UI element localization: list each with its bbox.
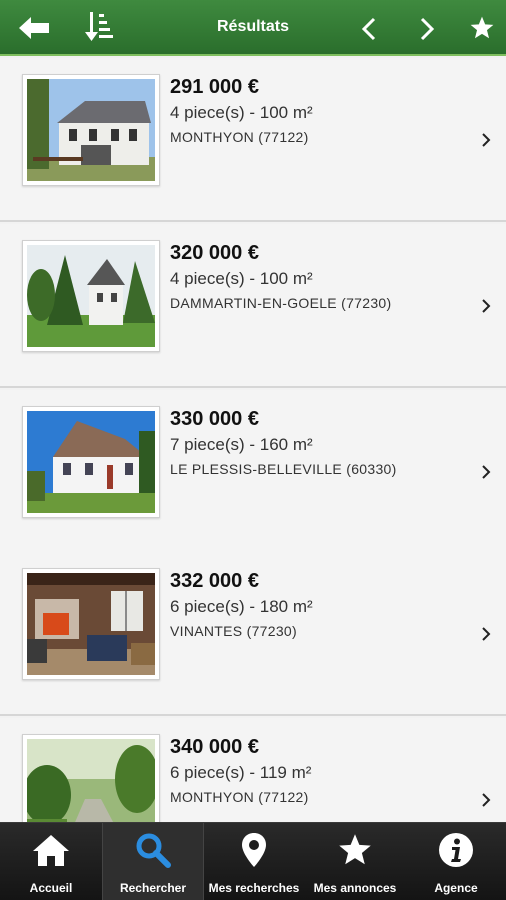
chevron-right-icon[interactable] [478, 622, 494, 646]
nav-mes-recherches[interactable]: Mes recherches [204, 823, 304, 900]
city: LE PLESSIS-BELLEVILLE (60330) [170, 461, 397, 477]
house-photo [27, 79, 155, 181]
star-icon[interactable] [464, 10, 500, 46]
house-photo [27, 245, 155, 347]
house-photo [27, 411, 155, 513]
property-photo [22, 406, 160, 518]
chevron-right-icon[interactable] [478, 460, 494, 484]
chevron-right-icon[interactable] [478, 294, 494, 318]
list-item[interactable]: 332 000 € 6 piece(s) - 180 m² VINANTES (… [0, 552, 506, 716]
nav-accueil[interactable]: Accueil [0, 823, 102, 900]
info-icon [406, 823, 506, 871]
chevron-right-icon[interactable] [410, 12, 444, 46]
back-arrow-icon[interactable] [14, 10, 54, 46]
list-item[interactable]: 330 000 € 7 piece(s) - 160 m² LE PLESSIS… [0, 390, 506, 554]
rooms-area: 7 piece(s) - 160 m² [170, 435, 313, 454]
sort-icon[interactable] [80, 8, 120, 46]
interior-photo [27, 573, 155, 675]
results-list[interactable]: 291 000 € 4 piece(s) - 100 m² MONTHYON (… [0, 58, 506, 822]
city: VINANTES (77230) [170, 623, 297, 639]
property-photo [22, 74, 160, 186]
nav-label: Rechercher [119, 881, 187, 895]
price: 291 000 € [170, 76, 259, 98]
price: 330 000 € [170, 408, 259, 430]
top-bar: Résultats [0, 0, 506, 56]
nav-label: Mes annonces [313, 881, 397, 895]
price: 340 000 € [170, 736, 259, 758]
price: 332 000 € [170, 570, 259, 592]
map-pin-icon [204, 823, 304, 871]
nav-label: Mes recherches [208, 881, 300, 895]
nav-label: Accueil [29, 881, 73, 895]
chevron-right-icon[interactable] [478, 788, 494, 812]
list-item[interactable]: 320 000 € 4 piece(s) - 100 m² DAMMARTIN-… [0, 224, 506, 388]
rooms-area: 6 piece(s) - 180 m² [170, 597, 313, 616]
nav-rechercher[interactable]: Rechercher [102, 823, 204, 900]
city: DAMMARTIN-EN-GOELE (77230) [170, 295, 392, 311]
nav-agence[interactable]: Agence [406, 823, 506, 900]
list-item[interactable]: 291 000 € 4 piece(s) - 100 m² MONTHYON (… [0, 58, 506, 222]
city: MONTHYON (77122) [170, 129, 309, 145]
home-icon [0, 823, 102, 871]
search-icon [103, 823, 203, 871]
rooms-area: 6 piece(s) - 119 m² [170, 763, 312, 782]
rooms-area: 4 piece(s) - 100 m² [170, 103, 313, 122]
bottom-nav: Accueil Rechercher Mes recherches Mes an… [0, 822, 506, 900]
property-photo [22, 734, 160, 822]
nav-mes-annonces[interactable]: Mes annonces [304, 823, 406, 900]
chevron-left-icon[interactable] [352, 12, 386, 46]
nav-label: Agence [434, 881, 478, 895]
garden-photo [27, 739, 155, 822]
property-photo [22, 240, 160, 352]
chevron-right-icon[interactable] [478, 128, 494, 152]
rooms-area: 4 piece(s) - 100 m² [170, 269, 313, 288]
property-photo [22, 568, 160, 680]
city: MONTHYON (77122) [170, 789, 309, 805]
price: 320 000 € [170, 242, 259, 264]
list-item[interactable]: 340 000 € 6 piece(s) - 119 m² MONTHYON (… [0, 718, 506, 822]
star-icon [304, 823, 406, 871]
